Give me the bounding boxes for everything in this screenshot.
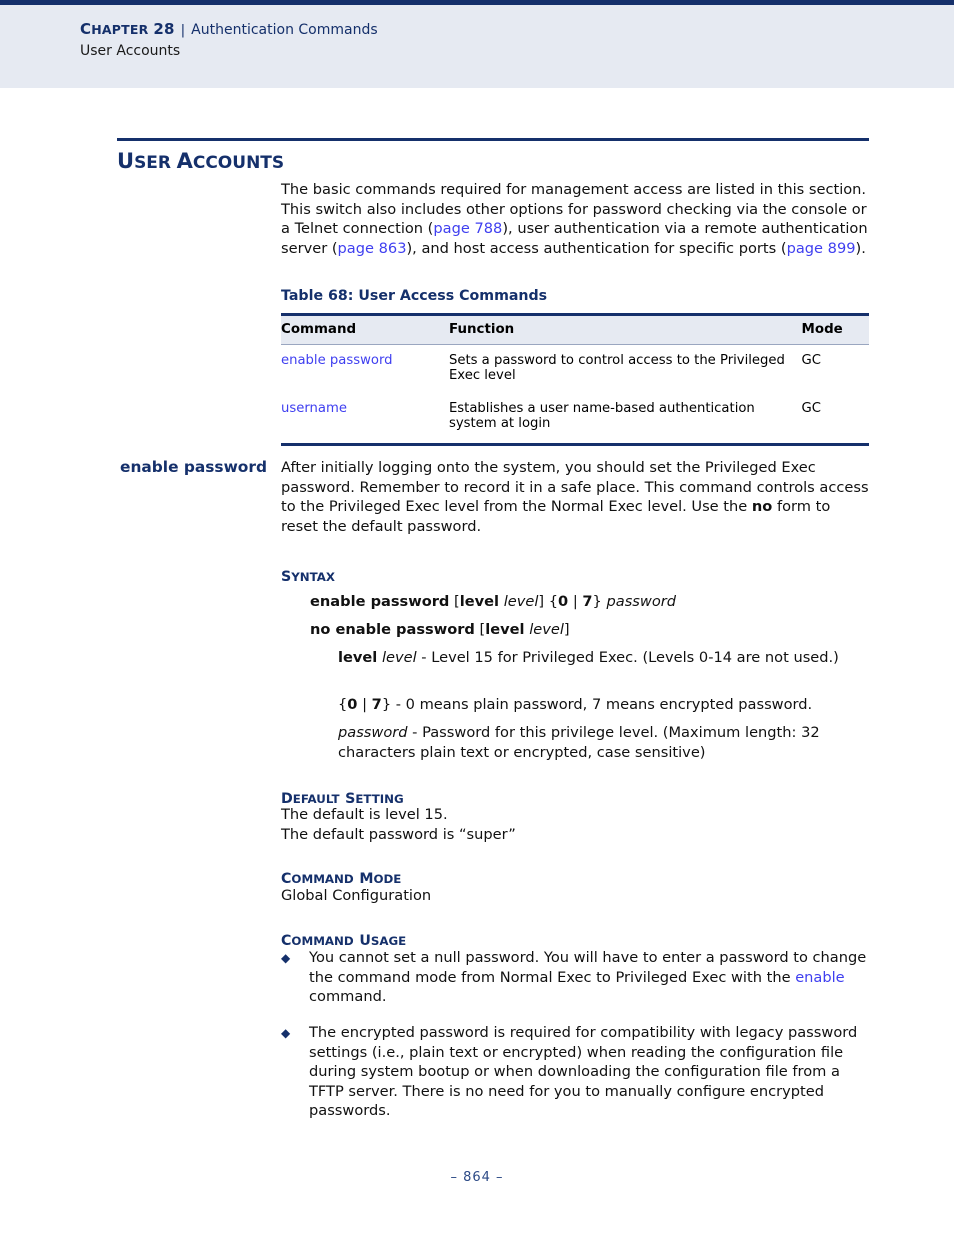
column-header-function: Function [448,313,802,345]
chapter-label: CHAPTER 28 [80,20,175,38]
list-item-text: You cannot set a null password. You will… [309,948,871,1007]
intro-text-4: ). [855,239,866,257]
user-access-commands-table: Command Function Mode enable password Se… [281,313,869,446]
syntax-param-password: password - Password for this privilege l… [338,724,820,761]
section-top-rule [117,138,869,141]
page-running-header: CHAPTER 28 | Authentication Commands User … [0,0,954,88]
command-mode-heading: COMMAND MODE [281,871,402,887]
header-separator: | [180,22,186,38]
diamond-bullet-icon: ◆ [281,951,291,965]
page-number-footer: – 864 – [450,1170,504,1185]
table-row: username Establishes a user name-based a… [281,393,869,446]
usage-text-1: You cannot set a null password. You will… [309,949,867,986]
default-setting-line-2: The default password is “super” [281,826,516,843]
syntax-line-2: no enable password [level level] [310,621,570,638]
list-item: ◆ You cannot set a null password. You wi… [281,948,871,1007]
table-header-row: Command Function Mode [281,313,869,345]
header-chapter-line: CHAPTER 28 | Authentication Commands [80,20,378,38]
column-header-command: Command [281,313,449,345]
header-chapter-name: Authentication Commands [191,22,378,38]
command-mode-value: Global Configuration [281,887,432,904]
syntax-param-level: level level - Level 15 for Privileged Ex… [338,649,839,666]
table-link-username[interactable]: username [281,401,347,416]
xref-page-863[interactable]: page 863 [338,240,407,257]
table-cell-function: Establishes a user name-based authentica… [448,393,802,446]
xref-enable-command[interactable]: enable [795,969,844,986]
xref-page-788[interactable]: page 788 [433,220,502,237]
intro-paragraph: The basic commands required for manageme… [281,180,871,258]
list-item-text: The encrypted password is required for c… [309,1024,858,1120]
header-subtitle: User Accounts [80,43,181,59]
list-item: ◆ The encrypted password is required for… [281,1023,871,1121]
syntax-heading: SYNTAX [281,569,335,585]
command-side-heading: enable password [120,458,267,476]
syntax-param-encryption-flag: {0 | 7} - 0 means plain password, 7 mean… [338,696,813,713]
usage-text-2: command. [309,988,387,1006]
default-setting-line-1: The default is level 15. [281,806,448,823]
table-row: enable password Sets a password to contr… [281,345,869,394]
xref-page-899[interactable]: page 899 [787,240,856,257]
command-description-bold-no: no [751,498,773,516]
table-caption: Table 68: User Access Commands [281,288,548,304]
table-link-enable-password[interactable]: enable password [281,353,393,368]
syntax-line-1: enable password [level level] {0 | 7} pa… [310,593,677,610]
page-title: USER ACCOUNTS [117,149,285,173]
table-cell-mode: GC [801,353,821,368]
command-description: After initially logging onto the system,… [281,458,871,536]
column-header-mode: Mode [801,313,869,345]
command-usage-heading: COMMAND USAGE [281,933,407,949]
intro-text-3: ), and host access authentication for sp… [406,239,787,257]
diamond-bullet-icon: ◆ [281,1026,291,1040]
table-cell-function: Sets a password to control access to the… [448,353,785,383]
table-cell-mode: GC [801,393,869,446]
